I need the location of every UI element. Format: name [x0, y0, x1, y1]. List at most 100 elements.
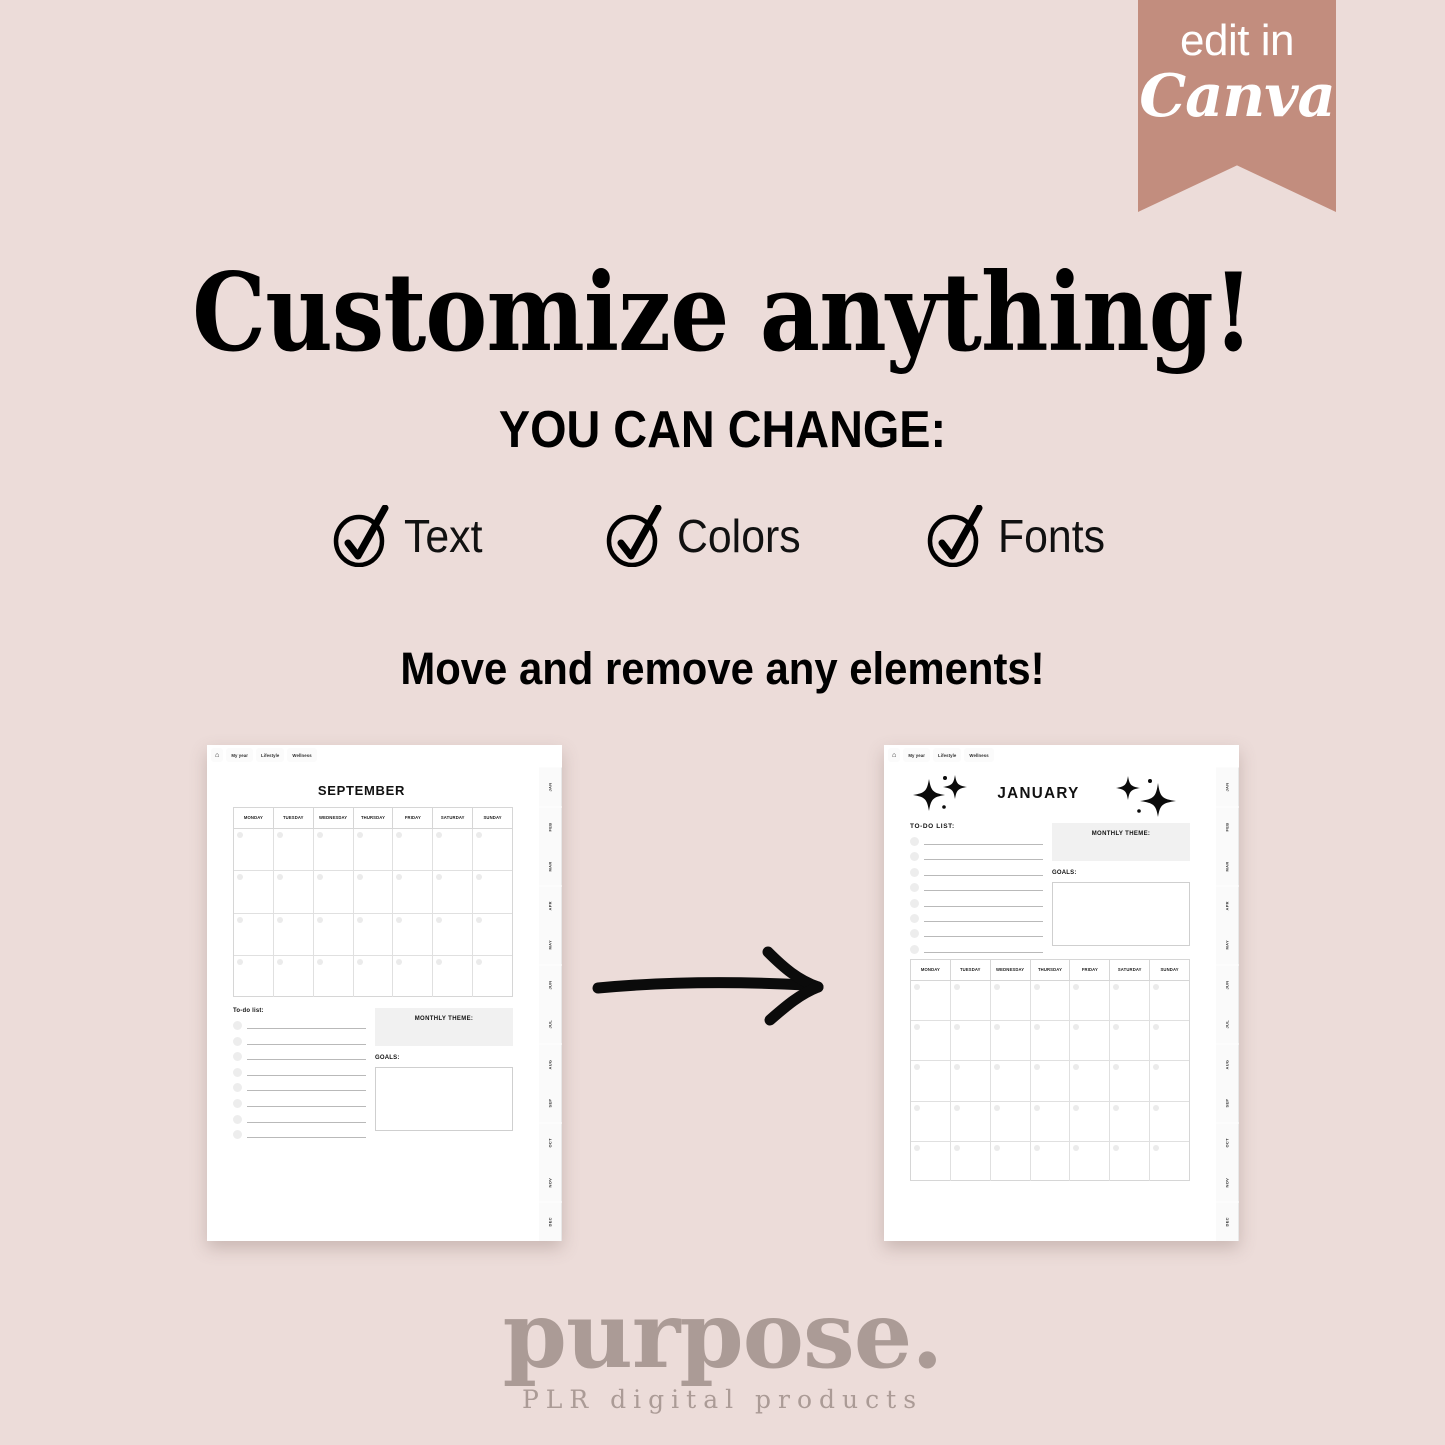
planner-page-january[interactable]: ⌂ My year Lifestyle Wellness JANUARY TO-…: [884, 745, 1239, 1241]
calendar-cell[interactable]: [911, 1141, 951, 1182]
checkbox-circle-icon[interactable]: [910, 929, 919, 939]
calendar-cell[interactable]: [473, 956, 512, 997]
checkbox-circle-icon[interactable]: [233, 1021, 242, 1030]
calendar-cell[interactable]: [911, 1101, 951, 1141]
calendar-cell[interactable]: [314, 829, 354, 871]
calendar-cell[interactable]: [1110, 981, 1151, 1021]
calendar-cell[interactable]: [393, 955, 434, 997]
calendar-cell[interactable]: [1110, 1061, 1151, 1101]
checkbox-circle-icon[interactable]: [910, 898, 919, 908]
todo-row[interactable]: [910, 883, 1043, 893]
monthly-theme-box[interactable]: MONTHLY THEME:: [375, 1008, 513, 1046]
calendar-cell[interactable]: [473, 829, 512, 870]
calendar-cell[interactable]: [991, 1101, 1031, 1141]
rail-month-mar[interactable]: MAR: [1216, 847, 1239, 886]
todo-row[interactable]: [910, 867, 1043, 877]
todo-row[interactable]: [910, 898, 1043, 908]
calendar-cell[interactable]: [1110, 1021, 1151, 1061]
calendar-cell[interactable]: [473, 914, 512, 955]
calendar-cell[interactable]: [911, 1021, 951, 1061]
calendar-cell[interactable]: [393, 913, 434, 955]
rail-month-mar[interactable]: MAR: [539, 847, 562, 886]
calendar-cell[interactable]: [1070, 1061, 1111, 1101]
calendar-cell[interactable]: [1031, 1021, 1071, 1061]
calendar-cell[interactable]: [951, 1101, 991, 1141]
calendar-cell[interactable]: [354, 913, 394, 955]
checkbox-circle-icon[interactable]: [910, 852, 919, 862]
calendar-cell[interactable]: [393, 829, 434, 871]
tab-my-year[interactable]: My year: [226, 748, 254, 762]
calendar-cell[interactable]: [1070, 981, 1111, 1021]
calendar-cell[interactable]: [274, 955, 314, 997]
checkbox-circle-icon[interactable]: [910, 837, 919, 846]
calendar-cell[interactable]: [1031, 1061, 1071, 1101]
calendar-cell[interactable]: [433, 913, 474, 955]
calendar-cell[interactable]: [314, 913, 354, 955]
checkbox-circle-icon[interactable]: [233, 1098, 242, 1108]
calendar-cell[interactable]: [354, 871, 394, 913]
todo-row[interactable]: [910, 929, 1043, 939]
calendar-cell[interactable]: [951, 981, 991, 1021]
tab-my-year[interactable]: My year: [903, 748, 931, 762]
todo-row[interactable]: [233, 1067, 366, 1077]
rail-month-may[interactable]: MAY: [1216, 926, 1239, 965]
rail-month-nov[interactable]: NOV: [539, 1163, 562, 1202]
sidebar-item-home[interactable]: ⌂: [888, 748, 901, 762]
todo-row[interactable]: [910, 913, 1043, 923]
todo-row[interactable]: [233, 1114, 366, 1124]
calendar-cell[interactable]: [1150, 1142, 1189, 1181]
calendar-cell[interactable]: [354, 829, 394, 871]
calendar-cell[interactable]: [393, 871, 434, 913]
tab-lifestyle[interactable]: Lifestyle: [933, 748, 962, 762]
checkbox-circle-icon[interactable]: [233, 1083, 242, 1093]
rail-month-jul[interactable]: JUL: [539, 1005, 562, 1044]
rail-month-sep[interactable]: SEP: [1216, 1084, 1239, 1123]
calendar-cell[interactable]: [1031, 981, 1071, 1021]
calendar-cell[interactable]: [991, 1061, 1031, 1101]
calendar-cell[interactable]: [1150, 1102, 1189, 1141]
rail-month-dec[interactable]: DEC: [1216, 1202, 1239, 1241]
rail-month-jan[interactable]: JAN: [539, 768, 562, 807]
calendar-cell[interactable]: [951, 1021, 991, 1061]
rail-month-sep[interactable]: SEP: [539, 1084, 562, 1123]
rail-month-aug[interactable]: AUG: [539, 1044, 562, 1083]
calendar-cell[interactable]: [1070, 1141, 1111, 1182]
calendar-cell[interactable]: [354, 955, 394, 997]
tab-wellness[interactable]: Wellness: [964, 748, 994, 762]
calendar-cell[interactable]: [314, 871, 354, 913]
checkbox-circle-icon[interactable]: [233, 1052, 242, 1062]
rail-month-jul[interactable]: JUL: [1216, 1005, 1239, 1044]
checkbox-circle-icon[interactable]: [233, 1130, 242, 1140]
rail-month-nov[interactable]: NOV: [1216, 1163, 1239, 1202]
calendar-cell[interactable]: [1070, 1101, 1111, 1141]
calendar-cell[interactable]: [234, 913, 274, 955]
calendar-cell[interactable]: [951, 1141, 991, 1182]
calendar-cell[interactable]: [234, 871, 274, 913]
rail-month-oct[interactable]: OCT: [539, 1123, 562, 1162]
tab-wellness[interactable]: Wellness: [287, 748, 317, 762]
todo-row[interactable]: [233, 1130, 366, 1140]
calendar-cell[interactable]: [1110, 1141, 1151, 1182]
checkbox-circle-icon[interactable]: [910, 883, 919, 893]
rail-month-apr[interactable]: APR: [539, 886, 562, 925]
calendar-cell[interactable]: [951, 1061, 991, 1101]
calendar-cell[interactable]: [991, 981, 1031, 1021]
calendar-cell[interactable]: [991, 1141, 1031, 1182]
goals-box[interactable]: [1052, 882, 1190, 946]
planner-page-september[interactable]: ⌂ My year Lifestyle Wellness SEPTEMBER M…: [207, 745, 562, 1241]
sidebar-item-home[interactable]: ⌂: [211, 748, 224, 762]
calendar-cell[interactable]: [234, 955, 274, 997]
todo-row[interactable]: [233, 1036, 366, 1046]
rail-month-jan[interactable]: JAN: [1216, 768, 1239, 807]
rail-month-oct[interactable]: OCT: [1216, 1123, 1239, 1162]
todo-row[interactable]: [233, 1083, 366, 1093]
calendar-cell[interactable]: [274, 829, 314, 871]
calendar-cell[interactable]: [1031, 1101, 1071, 1141]
calendar-cell[interactable]: [1070, 1021, 1111, 1061]
calendar-cell[interactable]: [1150, 1021, 1189, 1060]
checkbox-circle-icon[interactable]: [910, 867, 919, 877]
calendar-cell[interactable]: [433, 955, 474, 997]
calendar-cell[interactable]: [1150, 1061, 1189, 1100]
calendar-cell[interactable]: [1150, 981, 1189, 1020]
todo-row[interactable]: [233, 1098, 366, 1108]
